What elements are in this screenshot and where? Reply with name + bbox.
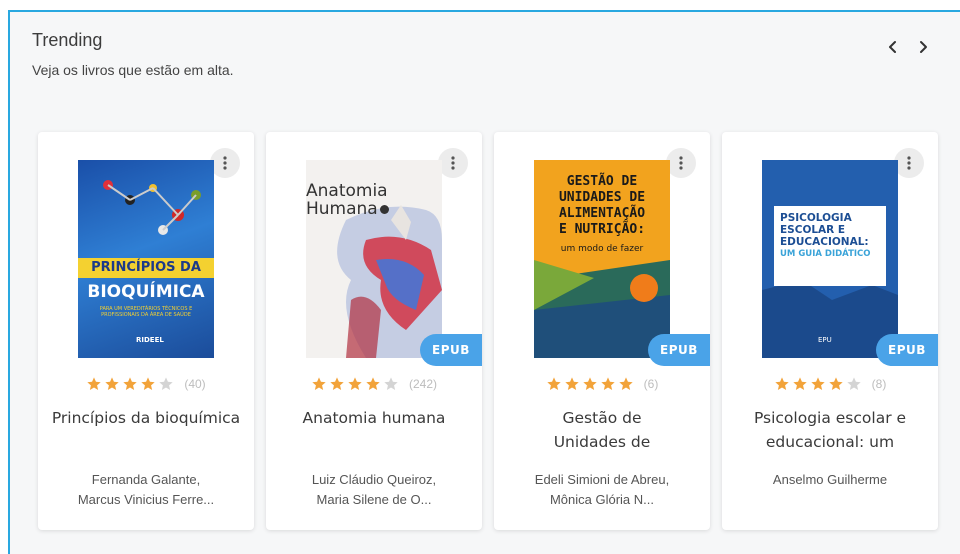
section-subtitle: Veja os livros que estão em alta. (32, 62, 234, 78)
star-icon (618, 377, 633, 390)
book-authors: Luiz Cláudio Queiroz, Maria Silene de O.… (276, 470, 472, 510)
carousel-next-button[interactable] (912, 36, 934, 58)
star-icon (141, 377, 155, 390)
cover-publisher: EPU (818, 336, 832, 344)
rating-count: (242) (408, 377, 437, 391)
star-icon (792, 377, 807, 390)
author-line: Maria Silene de O... (316, 492, 432, 507)
chevron-left-icon (889, 41, 896, 53)
cover-title-line-1: PSICOLOGIA (780, 212, 852, 224)
cover-publisher: RIDEEL (136, 336, 164, 344)
cover-title-line-1: PRINCÍPIOS DA (91, 260, 201, 275)
author-line: Fernanda Galante, (91, 472, 201, 487)
book-cover[interactable]: PSICOLOGIA ESCOLAR E EDUCACIONAL: UM GUI… (762, 160, 898, 358)
more-options-button[interactable] (666, 148, 696, 178)
star-icon (330, 377, 344, 390)
cover-subtitle: um modo de fazer (560, 244, 644, 254)
cover-title-line-3: ALIMENTAÇÃO (558, 206, 646, 221)
star-icon (348, 377, 362, 390)
author-line: Edeli Simioni de Abreu, (534, 472, 670, 487)
star-icon (312, 377, 326, 390)
star-icon (87, 377, 101, 390)
star-icon (123, 377, 137, 390)
book-title[interactable]: Gestão de Unidades de (542, 406, 662, 454)
more-vertical-icon (679, 156, 683, 170)
author-line: Mônica Glória N... (549, 492, 655, 507)
cover-subtitle: PARA UM VEREDITÁRIOS TÉCNICOS E PROFISSI… (99, 306, 193, 318)
epub-badge: EPUB (420, 334, 482, 366)
rating-count: (40) (184, 377, 206, 391)
cover-title-line-2-wrap: Humana (306, 200, 389, 218)
star-icon (846, 377, 861, 390)
rating-count: (6) (643, 377, 659, 391)
dot-icon (379, 205, 389, 214)
more-options-button[interactable] (894, 148, 924, 178)
author-line: Anselmo Guilherme (772, 472, 888, 487)
rating: (242) (266, 376, 482, 392)
star-icon (366, 377, 380, 390)
section-title: Trending (32, 30, 103, 50)
book-cover[interactable]: GESTÃO DE UNIDADES DE ALIMENTAÇÃO E NUTR… (534, 160, 670, 358)
star-icon (774, 377, 789, 390)
cover-title-line-2: Humana (306, 199, 378, 219)
epub-badge: EPUB (648, 334, 710, 366)
rating-count: (8) (871, 377, 887, 391)
cover-title-line-2: BIOQUÍMICA (87, 282, 205, 302)
book-authors: Edeli Simioni de Abreu, Mônica Glória N.… (504, 470, 700, 510)
more-vertical-icon (451, 156, 455, 170)
cover-title-line-3: EDUCACIONAL: (780, 236, 869, 248)
more-vertical-icon (907, 156, 911, 170)
book-authors: Fernanda Galante, Marcus Vinicius Ferre.… (48, 470, 244, 510)
star-icon (105, 377, 119, 390)
star-icon (810, 377, 825, 390)
book-authors: Anselmo Guilherme (732, 470, 928, 490)
star-icon (600, 377, 615, 390)
star-icon (582, 377, 597, 390)
rating: (40) (38, 376, 254, 392)
cover-title-line-4: E NUTRIÇÃO: (558, 222, 646, 237)
cover-title-line-1: GESTÃO DE (566, 174, 638, 189)
book-card[interactable]: PRINCÍPIOS DA BIOQUÍMICA PARA UM VEREDIT… (38, 132, 254, 530)
more-vertical-icon (223, 156, 227, 170)
author-line: Marcus Vinicius Ferre... (77, 492, 215, 507)
star-icon (384, 377, 398, 390)
author-line: Luiz Cláudio Queiroz, (311, 472, 437, 487)
book-title[interactable]: Princípios da bioquímica (48, 406, 244, 454)
star-icon (564, 377, 579, 390)
rating: (6) (494, 376, 710, 392)
carousel-prev-button[interactable] (882, 36, 904, 58)
star-icon (828, 377, 843, 390)
book-title[interactable]: Anatomia humana (276, 406, 472, 454)
epub-badge: EPUB (876, 334, 938, 366)
cover-title-line-2: ESCOLAR E (780, 224, 846, 236)
book-card[interactable]: GESTÃO DE UNIDADES DE ALIMENTAÇÃO E NUTR… (494, 132, 710, 530)
book-cover[interactable]: Anatomia Humana (306, 160, 442, 358)
star-icon (159, 377, 173, 390)
cover-title-line-1: Anatomia (306, 181, 388, 201)
cover-title-line-2: UNIDADES DE (558, 190, 646, 205)
book-card[interactable]: PSICOLOGIA ESCOLAR E EDUCACIONAL: UM GUI… (722, 132, 938, 530)
cover-title-line-4: UM GUIA DIDÁTICO (780, 249, 871, 259)
cover-art (78, 180, 214, 278)
chevron-right-icon (920, 41, 927, 53)
book-cover[interactable]: PRINCÍPIOS DA BIOQUÍMICA PARA UM VEREDIT… (78, 160, 214, 358)
rating: (8) (722, 376, 938, 392)
star-icon (546, 377, 561, 390)
more-options-button[interactable] (210, 148, 240, 178)
book-title[interactable]: Psicologia escolar e educacional: um (732, 406, 928, 454)
more-options-button[interactable] (438, 148, 468, 178)
book-card[interactable]: Anatomia Humana EPUB (242) Anatomia huma… (266, 132, 482, 530)
